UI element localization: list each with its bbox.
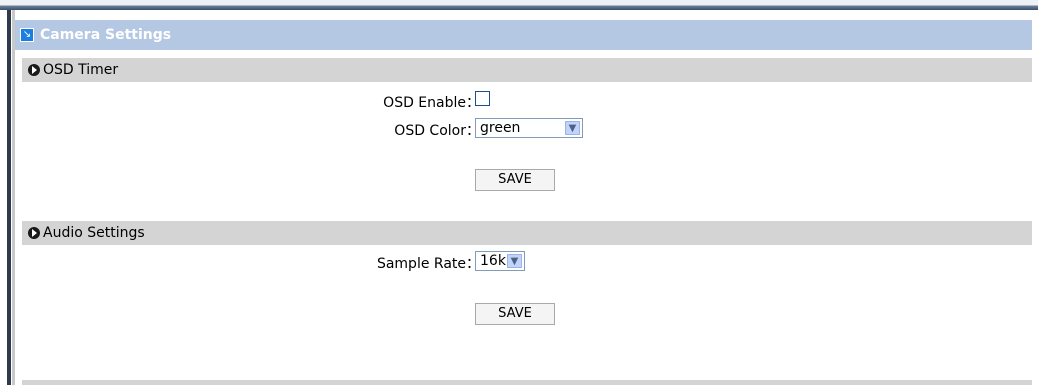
osd-timer-section-header[interactable]: OSD Timer bbox=[22, 58, 1032, 82]
audio-save-row: SAVE bbox=[22, 303, 1032, 331]
osd-color-label: OSD Color： bbox=[394, 123, 480, 139]
next-section-header-edge bbox=[22, 380, 1032, 385]
section-play-icon bbox=[28, 64, 40, 76]
sample-rate-value: 16k bbox=[480, 253, 506, 269]
left-frame-shadow bbox=[12, 10, 15, 385]
panel-title: Camera Settings bbox=[40, 27, 172, 43]
camera-settings-header: ↘ Camera Settings bbox=[15, 20, 1032, 50]
audio-settings-section-header[interactable]: Audio Settings bbox=[22, 221, 1032, 245]
audio-save-button[interactable]: SAVE bbox=[475, 303, 555, 325]
sample-rate-select[interactable]: 16k ▼ bbox=[475, 251, 525, 271]
osd-color-value: green bbox=[480, 120, 521, 136]
osd-enable-label: OSD Enable： bbox=[383, 95, 480, 111]
section-title: OSD Timer bbox=[43, 62, 119, 78]
chevron-down-icon[interactable]: ▼ bbox=[565, 121, 580, 135]
sample-rate-label: Sample Rate： bbox=[376, 256, 480, 272]
osd-save-row: SAVE bbox=[22, 169, 1032, 197]
expand-arrow-icon[interactable]: ↘ bbox=[20, 28, 34, 42]
section-play-icon bbox=[28, 227, 40, 239]
osd-save-button[interactable]: SAVE bbox=[475, 169, 555, 191]
osd-color-row: OSD Color： green ▼ bbox=[22, 114, 1032, 142]
osd-enable-checkbox[interactable] bbox=[475, 91, 490, 106]
osd-color-select[interactable]: green ▼ bbox=[475, 118, 583, 138]
chevron-down-icon[interactable]: ▼ bbox=[507, 254, 522, 268]
settings-content: OSD Timer OSD Enable： OSD Color： green ▼… bbox=[22, 58, 1032, 331]
sample-rate-row: Sample Rate： 16k ▼ bbox=[22, 247, 1032, 275]
section-title: Audio Settings bbox=[43, 225, 145, 241]
left-frame-border bbox=[7, 10, 11, 385]
window-top-border bbox=[0, 0, 1038, 10]
osd-enable-row: OSD Enable： bbox=[22, 86, 1032, 114]
